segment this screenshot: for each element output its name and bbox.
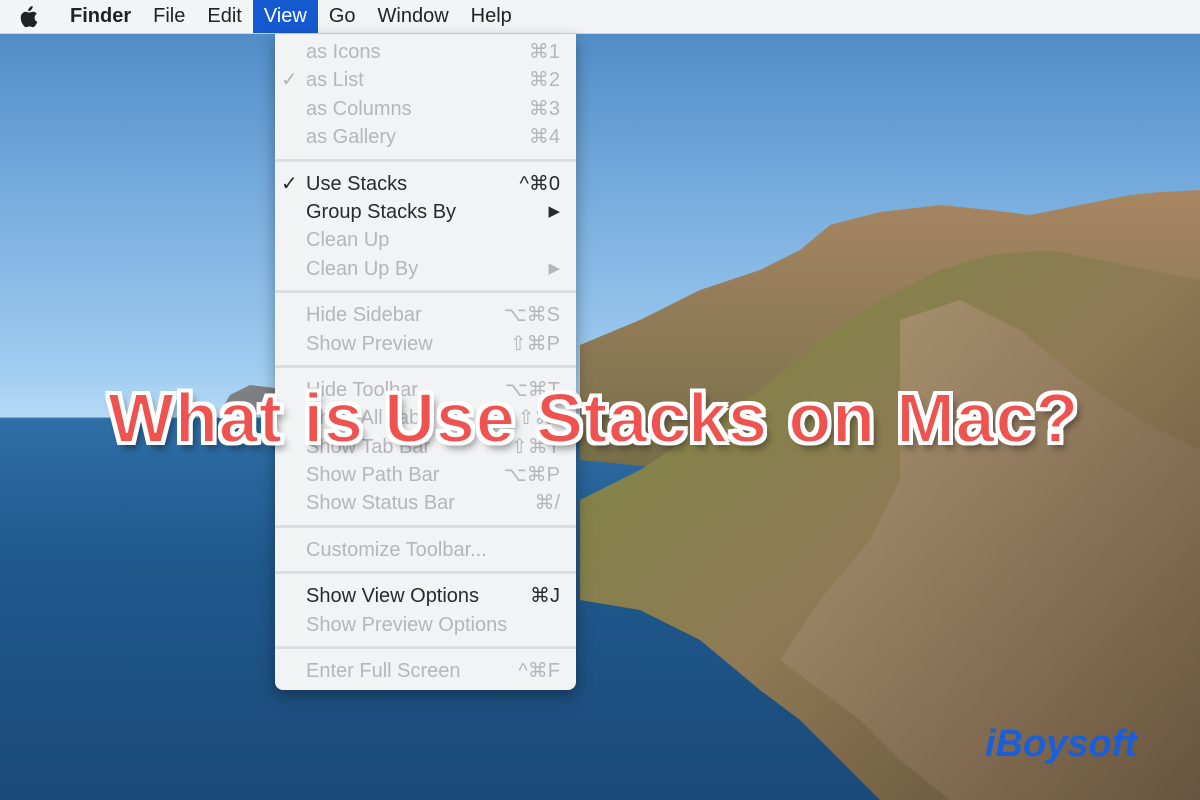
menu-item-label: as Columns [306,97,412,120]
keyboard-shortcut: ^⌘0 [519,172,560,195]
menu-window[interactable]: Window [367,0,460,33]
menu-item-label: as Icons [306,41,381,63]
menu-item-show-status-bar[interactable]: Show Status Bar ⌘/ [275,489,576,517]
menu-item-clean-up[interactable]: Clean Up [275,226,576,254]
keyboard-shortcut: ⌘4 [528,126,560,149]
menu-separator [275,158,576,162]
menu-view[interactable]: View [252,0,318,33]
menu-item-show-view-options[interactable]: Show View Options ⌘J [275,582,576,610]
view-dropdown-menu: as Icons ⌘1 ✓ as List ⌘2 as Columns ⌘3 as Galle… [275,34,576,690]
submenu-arrow-icon: ▶ [548,259,560,277]
apple-menu[interactable] [0,0,59,33]
menu-separator [275,364,576,368]
keyboard-shortcut: ⌥⌘P [503,464,560,487]
checkmark-icon: ✓ [281,69,298,92]
menu-item-label: Customize Toolbar... [306,538,487,561]
menu-item-label: as Gallery [306,126,397,149]
menu-item-label: Use Stacks [306,172,408,195]
menu-item-label: Show Status Bar [306,492,455,515]
menu-item-use-stacks[interactable]: ✓ Use Stacks ^⌘0 [275,170,576,198]
menu-item-label: Show Path Bar [306,464,440,487]
menu-finder[interactable]: Finder [59,0,142,33]
menu-item-label: Enter Full Screen [306,660,461,683]
menu-item-label: Show View Options [306,585,480,608]
keyboard-shortcut: ⌥⌘S [503,304,560,327]
keyboard-shortcut: ⌘3 [528,97,560,120]
menu-item-as-list[interactable]: ✓ as List ⌘2 [275,66,576,94]
overlay-title: What is Use Stacks on Mac? [107,378,1080,458]
menu-item-label: Show Preview Options [306,613,508,636]
menu-separator [275,571,576,575]
menu-go[interactable]: Go [318,0,367,33]
iboysoft-watermark: iBoysoft [985,723,1137,765]
menu-item-label: Group Stacks By [306,200,457,223]
menu-edit[interactable]: Edit [196,0,252,33]
menu-separator [275,646,576,650]
keyboard-shortcut: ⌘/ [534,492,560,515]
menu-item-label: as List [306,69,364,92]
menu-item-as-gallery[interactable]: as Gallery ⌘4 [275,123,576,151]
menu-item-as-icons[interactable]: as Icons ⌘1 [275,38,576,66]
menu-item-hide-sidebar[interactable]: Hide Sidebar ⌥⌘S [275,301,576,329]
keyboard-shortcut: ⌘J [530,585,560,608]
menu-separator [275,290,576,294]
keyboard-shortcut: ^⌘F [518,660,560,683]
menu-help[interactable]: Help [460,0,523,33]
keyboard-shortcut: ⇧⌘P [509,332,560,355]
menu-item-show-preview-options[interactable]: Show Preview Options [275,611,576,639]
menu-item-label: Hide Sidebar [306,304,422,327]
menu-item-clean-up-by[interactable]: Clean Up By ▶ [275,255,576,283]
menu-item-customize-toolbar[interactable]: Customize Toolbar... [275,536,576,564]
keyboard-shortcut: ⌘2 [528,69,560,92]
menu-item-show-preview[interactable]: Show Preview ⇧⌘P [275,330,576,358]
menu-file[interactable]: File [142,0,196,33]
submenu-arrow-icon: ▶ [548,202,560,220]
menu-item-as-columns[interactable]: as Columns ⌘3 [275,95,576,123]
menu-separator [275,524,576,528]
apple-logo-icon [20,5,38,27]
menu-item-label: Clean Up [306,229,390,252]
menu-item-group-stacks-by[interactable]: Group Stacks By ▶ [275,198,576,226]
menu-item-show-path-bar[interactable]: Show Path Bar ⌥⌘P [275,461,576,489]
menu-item-label: Show Preview [306,332,433,355]
menu-item-label: Clean Up By [306,257,419,280]
menu-bar: Finder File Edit View Go Window Help [0,0,1200,34]
keyboard-shortcut: ⌘1 [528,41,560,63]
checkmark-icon: ✓ [281,172,298,195]
menu-item-enter-full-screen[interactable]: Enter Full Screen ^⌘F [275,657,576,685]
